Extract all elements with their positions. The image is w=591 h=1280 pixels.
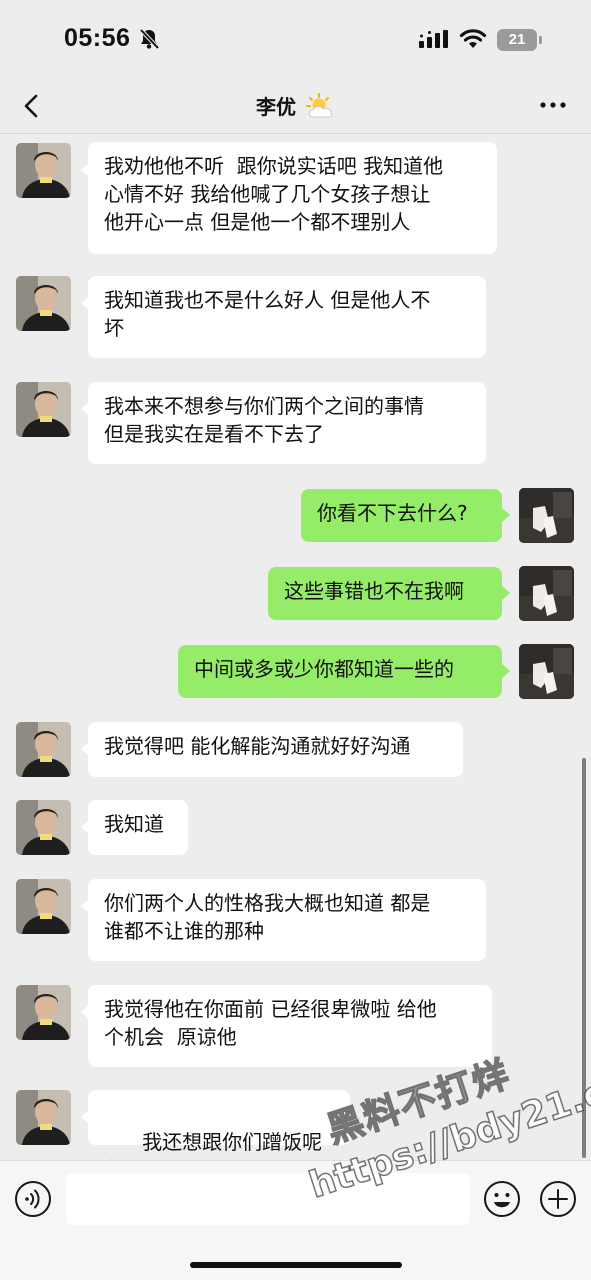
message-input[interactable] — [66, 1173, 470, 1225]
battery-icon: 21 — [497, 29, 537, 51]
person-photo-icon — [16, 382, 71, 437]
self-avatar[interactable] — [519, 488, 574, 543]
person-photo-icon — [16, 985, 71, 1040]
sun-behind-cloud-icon — [305, 92, 333, 117]
message-bubble[interactable]: 中间或多或少你都知道一些的 — [178, 645, 502, 698]
person-photo-icon — [16, 879, 71, 934]
home-indicator[interactable] — [190, 1262, 402, 1268]
status-bar: 05:56 21 — [0, 0, 591, 78]
contact-avatar[interactable] — [16, 800, 71, 855]
contact-avatar[interactable] — [16, 879, 71, 934]
room-photo-icon — [519, 644, 574, 699]
message-bubble[interactable]: 我本来不想参与你们两个之间的事情 但是我实在是看不下去了 — [88, 382, 486, 464]
person-photo-icon — [16, 1090, 71, 1145]
message-bubble[interactable]: 我劝他他不听 跟你说实话吧 我知道他 心情不好 我给他喊了几个女孩子想让 他开心… — [88, 142, 497, 254]
person-photo-icon — [16, 722, 71, 777]
message-bubble[interactable]: 我还想跟你们蹭饭呢 — [88, 1090, 350, 1178]
message-bubble[interactable]: 我知道 — [88, 800, 188, 855]
room-photo-icon — [519, 488, 574, 543]
message-bubble[interactable]: 这些事错也不在我啊 — [268, 567, 502, 620]
bubble-tail — [502, 664, 510, 678]
cellular-signal-icon — [419, 30, 448, 48]
person-photo-icon — [16, 800, 71, 855]
chat-title: 李优 — [0, 91, 591, 120]
message-text: 我还想跟你们蹭饭呢 — [142, 1130, 323, 1154]
contact-avatar[interactable] — [16, 1090, 71, 1145]
bell-slash-icon — [139, 28, 160, 50]
message-bubble[interactable]: 你看不下去什么? — [301, 489, 502, 542]
battery-tip — [539, 36, 542, 44]
message-bubble[interactable]: 我知道我也不是什么好人 但是他人不 坏 — [88, 276, 486, 358]
message-bubble[interactable]: 我觉得他在你面前 已经很卑微啦 给他 个机会 原谅他 — [88, 985, 492, 1067]
self-avatar[interactable] — [519, 566, 574, 621]
wifi-icon — [459, 29, 487, 48]
bubble-tail — [502, 508, 510, 522]
contact-name: 李优 — [256, 95, 297, 119]
contact-avatar[interactable] — [16, 722, 71, 777]
contact-avatar[interactable] — [16, 985, 71, 1040]
voice-icon[interactable] — [14, 1180, 52, 1218]
message-bubble[interactable]: 我觉得吧 能化解能沟通就好好沟通 — [88, 722, 463, 777]
room-photo-icon — [519, 566, 574, 621]
scrollbar[interactable] — [582, 758, 586, 1158]
contact-avatar[interactable] — [16, 276, 71, 331]
plus-icon[interactable] — [539, 1180, 577, 1218]
person-photo-icon — [16, 276, 71, 331]
more-horizontal-icon[interactable] — [536, 92, 570, 118]
message-bubble[interactable]: 你们两个人的性格我大概也知道 都是 谁都不让谁的那种 — [88, 879, 486, 961]
chat-header: 李优 — [0, 78, 591, 134]
emoji-icon[interactable] — [483, 1180, 521, 1218]
self-avatar[interactable] — [519, 644, 574, 699]
contact-avatar[interactable] — [16, 143, 71, 198]
status-time: 05:56 — [64, 24, 131, 52]
contact-avatar[interactable] — [16, 382, 71, 437]
bubble-tail — [502, 586, 510, 600]
person-photo-icon — [16, 143, 71, 198]
